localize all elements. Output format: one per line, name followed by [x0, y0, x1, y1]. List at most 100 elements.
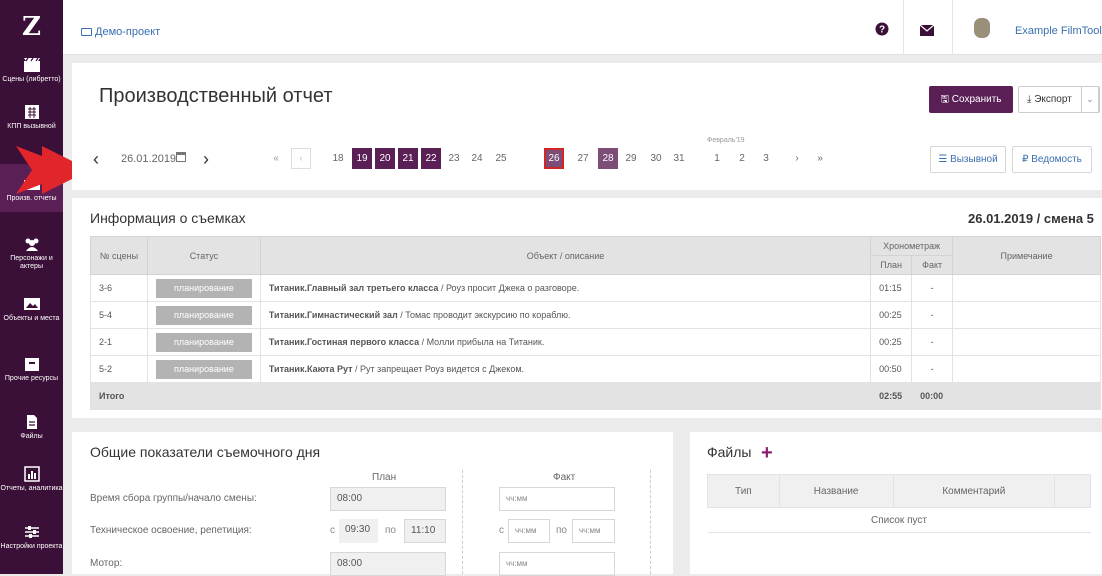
object-cell[interactable]: Титаник.Каюта Рут / Рут запрещает Роуз в…: [259, 355, 872, 383]
status-badge[interactable]: планирование: [155, 305, 252, 325]
total-label: Итого: [89, 382, 872, 410]
note-cell[interactable]: [952, 328, 1101, 356]
prev-date-arrow[interactable]: ‹: [93, 150, 99, 168]
sidebar-item-scenes[interactable]: Сцены (либретто): [0, 57, 63, 99]
chevron-down-icon[interactable]: ⌄: [1081, 86, 1099, 113]
note-cell[interactable]: [952, 355, 1101, 383]
day-19[interactable]: 19: [352, 148, 372, 169]
fact-time[interactable]: -: [911, 301, 954, 329]
day-26-selected[interactable]: 26: [544, 148, 564, 169]
column-header: [1054, 474, 1091, 508]
fact-time[interactable]: -: [911, 274, 954, 302]
sidebar-item-settings[interactable]: Настройки проекта: [0, 524, 63, 566]
current-date[interactable]: 26.01.2019: [121, 153, 176, 165]
list-icon: ☰: [938, 154, 951, 165]
column-divider: [462, 470, 463, 574]
rehearsal-fact-to-input[interactable]: чч:мм: [572, 519, 615, 543]
app-logo[interactable]: Z: [0, 12, 63, 42]
breadcrumb[interactable]: Демо-проект: [81, 26, 160, 38]
save-button[interactable]: 🖫 Сохранить: [929, 86, 1013, 113]
column-header: Комментарий: [892, 474, 1056, 508]
object-desc: / Молли прибыла на Титаник.: [419, 337, 545, 347]
note-cell[interactable]: [952, 301, 1101, 329]
status-badge[interactable]: планирование: [155, 278, 252, 298]
day-28[interactable]: 28: [598, 148, 618, 169]
motor-plan-input[interactable]: 08:00: [330, 552, 446, 576]
status-badge[interactable]: планирование: [155, 359, 252, 379]
scene-number[interactable]: 3-6: [90, 274, 148, 302]
day-2[interactable]: 2: [732, 148, 752, 169]
object-cell[interactable]: Титаник.Гимнастический зал / Томас прово…: [259, 301, 872, 329]
plan-column-header: План: [372, 472, 397, 483]
breadcrumb-project[interactable]: Демо-проект: [95, 26, 160, 38]
object-desc: / Рут запрещает Роуз видется с Джеком.: [352, 364, 525, 374]
last-page-button[interactable]: »: [810, 148, 830, 169]
day-20[interactable]: 20: [375, 148, 395, 169]
status-cell: планирование: [146, 328, 261, 356]
table-row[interactable]: 3-6 планирование Титаник.Главный зал тре…: [90, 274, 1101, 302]
crew-gathering-label: Время сбора группы/начало смены:: [90, 493, 257, 504]
export-button[interactable]: ⤓ Экспорт ⌄: [1018, 86, 1100, 113]
column-header: Примечание: [952, 236, 1101, 275]
day-31[interactable]: 31: [669, 148, 689, 169]
motor-fact-input[interactable]: чч:мм: [499, 552, 615, 576]
next-page-button[interactable]: ›: [787, 148, 807, 169]
crew-gathering-fact-input[interactable]: чч:мм: [499, 487, 615, 511]
day-18[interactable]: 18: [328, 148, 348, 169]
scene-number[interactable]: 5-4: [90, 301, 148, 329]
add-file-button[interactable]: +: [761, 443, 773, 463]
plan-time: 00:25: [870, 301, 913, 329]
column-header: № сцены: [90, 236, 148, 275]
sidebar-item-label: КПП вызывной: [7, 123, 56, 130]
scene-number[interactable]: 2-1: [90, 328, 148, 356]
user-avatar[interactable]: [974, 18, 990, 38]
day-27[interactable]: 27: [573, 148, 593, 169]
day-1[interactable]: 1: [707, 148, 727, 169]
next-date-arrow[interactable]: ›: [203, 150, 209, 168]
help-icon[interactable]: ?: [875, 22, 889, 36]
table-row[interactable]: 2-1 планирование Титаник.Гостиная первог…: [90, 328, 1101, 356]
crew-gathering-plan-input[interactable]: 08:00: [330, 487, 446, 511]
object-cell[interactable]: Титаник.Главный зал третьего класса / Ро…: [259, 274, 872, 302]
first-page-button[interactable]: «: [266, 148, 286, 169]
day-25[interactable]: 25: [491, 148, 511, 169]
column-divider: [650, 470, 651, 574]
status-cell: планирование: [146, 355, 261, 383]
sidebar-item-analytics[interactable]: Отчеты, аналитика: [0, 466, 63, 508]
call-sheet-button[interactable]: ☰ Вызывной: [930, 146, 1006, 173]
status-badge[interactable]: планирование: [155, 332, 252, 352]
rehearsal-plan-to-input[interactable]: 11:10: [404, 519, 446, 543]
object-cell[interactable]: Титаник.Гостиная первого класса / Молли …: [259, 328, 872, 356]
table-row[interactable]: 5-4 планирование Титаник.Гимнастический …: [90, 301, 1101, 329]
rehearsal-plan-from-input[interactable]: 09:30: [339, 519, 378, 543]
user-name[interactable]: Example FilmToolz: [1015, 25, 1102, 37]
table-row[interactable]: 5-2 планирование Титаник.Каюта Рут / Рут…: [90, 355, 1101, 383]
plan-time: 01:15: [870, 274, 913, 302]
day-29[interactable]: 29: [621, 148, 641, 169]
note-cell[interactable]: [952, 274, 1101, 302]
day-30[interactable]: 30: [646, 148, 666, 169]
mail-icon[interactable]: [920, 24, 934, 38]
day-3[interactable]: 3: [756, 148, 776, 169]
day-21[interactable]: 21: [398, 148, 418, 169]
sidebar-item-files[interactable]: Файлы: [0, 414, 63, 454]
fact-time[interactable]: -: [911, 355, 954, 383]
section-title: Информация о съемках: [90, 210, 246, 226]
statement-button[interactable]: ₽ Ведомость: [1012, 146, 1092, 173]
day-22[interactable]: 22: [421, 148, 441, 169]
day-24[interactable]: 24: [467, 148, 487, 169]
sidebar-item-locations[interactable]: Объекты и места: [0, 296, 63, 338]
sidebar-item-characters[interactable]: Персонажи и актеры: [0, 236, 63, 278]
sidebar-item-label: Сцены (либретто): [2, 76, 61, 83]
day-23[interactable]: 23: [444, 148, 464, 169]
files-table: Тип Название Комментарий Список пуст: [707, 474, 1091, 533]
sidebar-item-resources[interactable]: Прочие ресурсы: [0, 356, 63, 398]
prev-page-button[interactable]: ‹: [291, 148, 311, 169]
fact-time[interactable]: -: [911, 328, 954, 356]
scene-number[interactable]: 5-2: [90, 355, 148, 383]
calendar-icon[interactable]: [176, 152, 186, 162]
rehearsal-fact-from-input[interactable]: чч:мм: [508, 519, 550, 543]
image-icon: [23, 298, 40, 310]
export-button-label: Экспорт: [1034, 94, 1072, 105]
column-header: Хронометраж: [870, 236, 954, 256]
